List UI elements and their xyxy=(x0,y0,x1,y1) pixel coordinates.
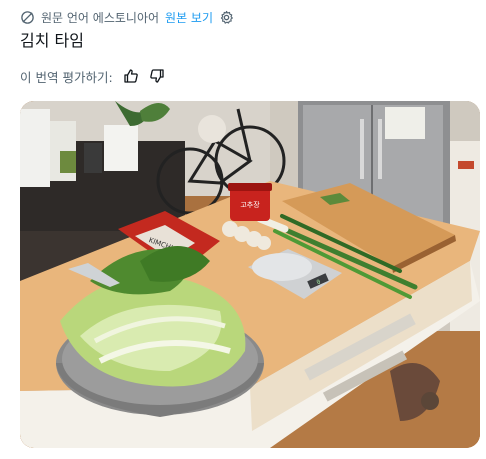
globe-slash-icon xyxy=(20,10,35,25)
source-language-text: 원문 언어 에스토니아어 xyxy=(41,10,160,25)
view-original-link[interactable]: 원본 보기 xyxy=(165,9,213,26)
rate-translation-label: 이 번역 평가하기: xyxy=(20,69,113,85)
rate-translation-bar: 이 번역 평가하기: xyxy=(20,66,165,86)
gochujang-jar: 고추장 xyxy=(228,183,272,221)
translation-bar: 원문 언어 에스토니아어 원본 보기 xyxy=(20,8,234,26)
post-text: 김치 타임 xyxy=(20,31,84,50)
post-photo[interactable]: 고추장 KIMCHI 0 xyxy=(20,101,480,448)
gear-icon[interactable] xyxy=(219,10,234,25)
jar-label: 고추장 xyxy=(240,200,260,209)
thumbs-down-icon[interactable] xyxy=(149,68,165,84)
thumbs-up-icon[interactable] xyxy=(123,68,139,84)
